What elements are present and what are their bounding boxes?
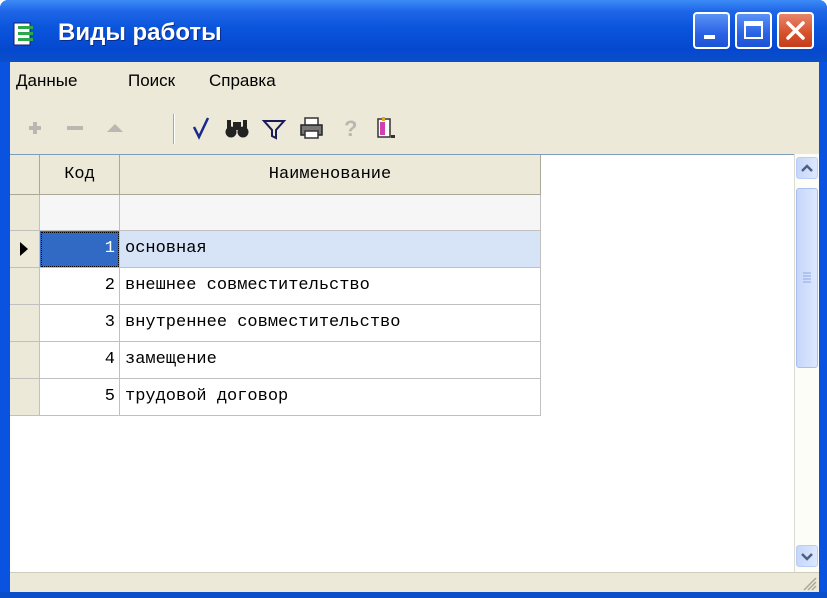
row-indicator[interactable] <box>10 305 40 342</box>
menu-bar: Данные Поиск Справка <box>10 62 819 102</box>
title-bar[interactable]: Виды работы <box>0 0 827 62</box>
application-window: Виды работы Данные Поиск Справка ? Код Н… <box>0 0 827 598</box>
table-row-code[interactable]: 3 <box>40 305 120 342</box>
toolbar: ? <box>10 104 819 154</box>
menu-search[interactable]: Поиск <box>128 71 175 91</box>
menu-data[interactable]: Данные <box>16 71 77 91</box>
close-icon <box>786 21 805 40</box>
window-title: Виды работы <box>58 19 222 46</box>
app-icon <box>13 22 33 46</box>
add-icon[interactable] <box>22 114 48 142</box>
scroll-down-button[interactable] <box>796 545 818 567</box>
up-icon[interactable] <box>102 114 128 142</box>
row-indicator[interactable] <box>10 231 40 268</box>
column-header-code[interactable]: Код <box>40 155 120 195</box>
filter-name-field[interactable] <box>120 195 541 231</box>
table-row-name[interactable]: основная <box>120 231 541 268</box>
minimize-button[interactable] <box>693 12 730 49</box>
find-icon[interactable] <box>224 114 250 142</box>
grip-icon <box>803 272 811 283</box>
filter-row-indicator <box>10 195 40 231</box>
delete-icon[interactable] <box>62 114 88 142</box>
filter-code-field[interactable] <box>40 195 120 231</box>
column-header-name[interactable]: Наименование <box>120 155 541 195</box>
filter-icon[interactable] <box>261 114 287 142</box>
maximize-button[interactable] <box>735 12 772 49</box>
client-area: Данные Поиск Справка ? Код Наименование … <box>10 62 819 593</box>
help-icon[interactable]: ? <box>337 114 363 142</box>
row-indicator[interactable] <box>10 342 40 379</box>
scroll-up-button[interactable] <box>796 157 818 179</box>
table-row-name[interactable]: внутреннее совместительство <box>120 305 541 342</box>
table-row-name[interactable]: трудовой договор <box>120 379 541 416</box>
table-row-code[interactable]: 4 <box>40 342 120 379</box>
checkmark-icon[interactable] <box>188 114 214 142</box>
print-icon[interactable] <box>298 114 324 142</box>
close-button[interactable] <box>777 12 814 49</box>
minimize-icon <box>704 35 715 39</box>
table-row-name[interactable]: внешнее совместительство <box>120 268 541 305</box>
scroll-thumb[interactable] <box>796 188 818 368</box>
toolbar-separator <box>173 114 175 144</box>
status-bar <box>10 572 819 593</box>
vertical-scrollbar[interactable] <box>794 154 819 572</box>
data-grid[interactable]: Код Наименование 1 основная 2 внешнее со… <box>10 154 819 573</box>
chevron-down-icon <box>801 553 813 561</box>
chevron-up-icon <box>801 164 813 172</box>
maximize-icon <box>744 21 763 39</box>
indicator-header <box>10 155 40 195</box>
row-indicator[interactable] <box>10 268 40 305</box>
menu-help[interactable]: Справка <box>209 71 276 91</box>
current-row-arrow-icon <box>20 242 28 256</box>
table-row-name[interactable]: замещение <box>120 342 541 379</box>
table-row-code[interactable]: 1 <box>40 231 120 268</box>
exit-icon[interactable] <box>372 114 398 142</box>
svg-text:?: ? <box>344 116 357 141</box>
resize-grip-icon[interactable] <box>801 575 817 591</box>
table-row-code[interactable]: 2 <box>40 268 120 305</box>
window-frame-bottom <box>0 592 827 598</box>
row-indicator[interactable] <box>10 379 40 416</box>
table-row-code[interactable]: 5 <box>40 379 120 416</box>
